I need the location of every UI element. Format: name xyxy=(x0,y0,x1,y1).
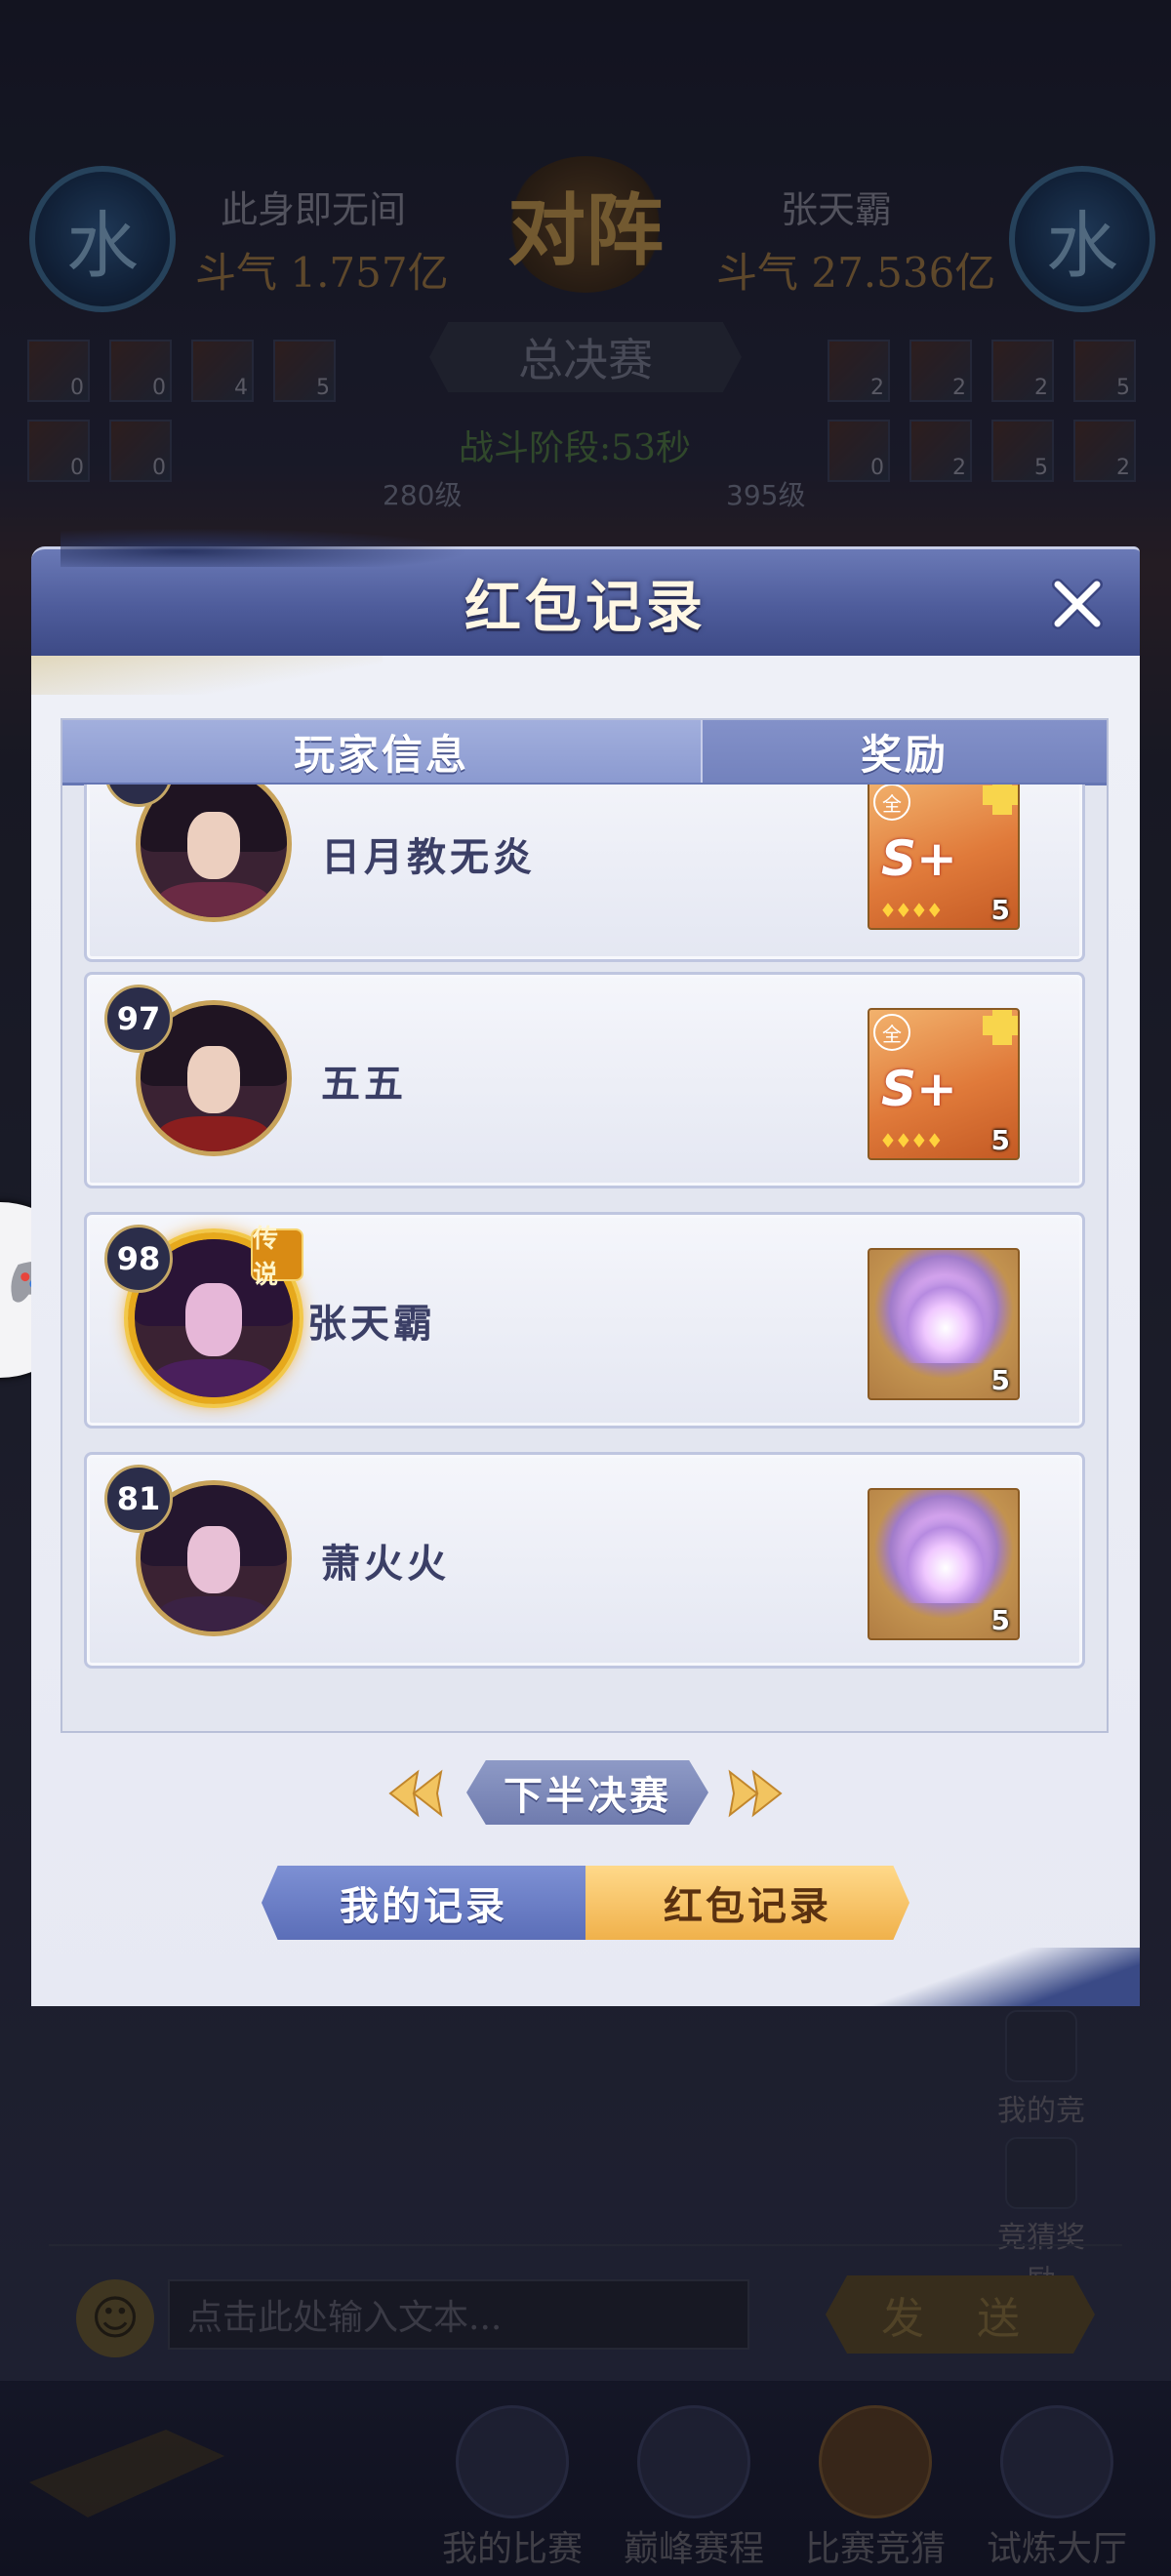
tab-red-envelope-records[interactable]: 红包记录 xyxy=(586,1866,909,1940)
grade-label: S+ xyxy=(881,830,957,887)
flame-stars-icon: ♦♦♦♦ xyxy=(879,1129,944,1152)
close-icon xyxy=(1052,579,1103,629)
tab-my-records[interactable]: 我的记录 xyxy=(262,1866,586,1940)
chevron-right-icon xyxy=(728,1769,783,1818)
column-reward: 奖励 xyxy=(701,720,1107,783)
table-row: 81 日月教无炎 全 S+ ♦♦♦♦ 5 xyxy=(84,785,1085,962)
reward-quantity: 5 xyxy=(990,1604,1010,1636)
close-button[interactable] xyxy=(1042,569,1112,639)
legend-badge: 传说 xyxy=(251,1225,303,1290)
level-badge: 98 xyxy=(104,1225,173,1293)
table-row: 98 传说 张天霸 5 xyxy=(84,1212,1085,1429)
puzzle-icon xyxy=(983,785,1018,815)
player-name: 日月教无炎 xyxy=(321,834,536,880)
reward-item-soul-lotus[interactable]: 5 xyxy=(868,1488,1020,1640)
table-row: 97 五五 全 S+ ♦♦♦♦ 5 xyxy=(84,972,1085,1188)
lotus-icon xyxy=(897,1515,994,1603)
all-badge: 全 xyxy=(873,1014,910,1051)
reward-quantity: 5 xyxy=(990,894,1010,926)
stage-label: 下半决赛 xyxy=(466,1760,708,1825)
chevron-left-icon xyxy=(388,1769,443,1818)
lotus-icon xyxy=(897,1275,994,1363)
player-name: 萧火火 xyxy=(321,1541,450,1587)
record-list[interactable]: 81 日月教无炎 全 S+ ♦♦♦♦ 5 97 五五 xyxy=(62,785,1107,1731)
reward-quantity: 5 xyxy=(990,1124,1010,1156)
modal-header: 红包记录 xyxy=(31,528,1140,656)
next-stage-button[interactable] xyxy=(724,1768,787,1819)
stage-pager: 下半决赛 xyxy=(31,1760,1140,1829)
modal-title: 红包记录 xyxy=(464,574,707,640)
red-envelope-record-modal: 红包记录 玩家信息 奖励 81 日月教无炎 全 xyxy=(31,528,1140,2006)
player-name: 张天霸 xyxy=(307,1301,436,1347)
reward-quantity: 5 xyxy=(990,1364,1010,1396)
table-row: 81 萧火火 5 xyxy=(84,1452,1085,1669)
record-table: 玩家信息 奖励 81 日月教无炎 全 S+ ♦♦♦♦ 5 xyxy=(61,718,1109,1733)
avatar[interactable] xyxy=(136,785,292,922)
flame-stars-icon: ♦♦♦♦ xyxy=(879,899,944,922)
modal-body: 玩家信息 奖励 81 日月教无炎 全 S+ ♦♦♦♦ 5 xyxy=(31,656,1140,2006)
gold-trim-decoration xyxy=(31,656,383,695)
level-badge: 81 xyxy=(104,1465,173,1533)
reward-item-hero-shard[interactable]: 全 S+ ♦♦♦♦ 5 xyxy=(868,785,1020,930)
puzzle-icon xyxy=(983,1010,1018,1045)
table-header: 玩家信息 奖励 xyxy=(62,720,1107,785)
column-player-info: 玩家信息 xyxy=(62,720,701,783)
player-name: 五五 xyxy=(321,1061,407,1107)
corner-decoration xyxy=(847,1948,1140,2006)
record-tabs: 我的记录 红包记录 xyxy=(262,1866,909,1940)
all-badge: 全 xyxy=(873,785,910,821)
level-badge: 97 xyxy=(104,985,173,1053)
prev-stage-button[interactable] xyxy=(384,1768,447,1819)
grade-label: S+ xyxy=(881,1061,957,1117)
reward-item-soul-lotus[interactable]: 5 xyxy=(868,1248,1020,1400)
reward-item-hero-shard[interactable]: 全 S+ ♦♦♦♦ 5 xyxy=(868,1008,1020,1160)
